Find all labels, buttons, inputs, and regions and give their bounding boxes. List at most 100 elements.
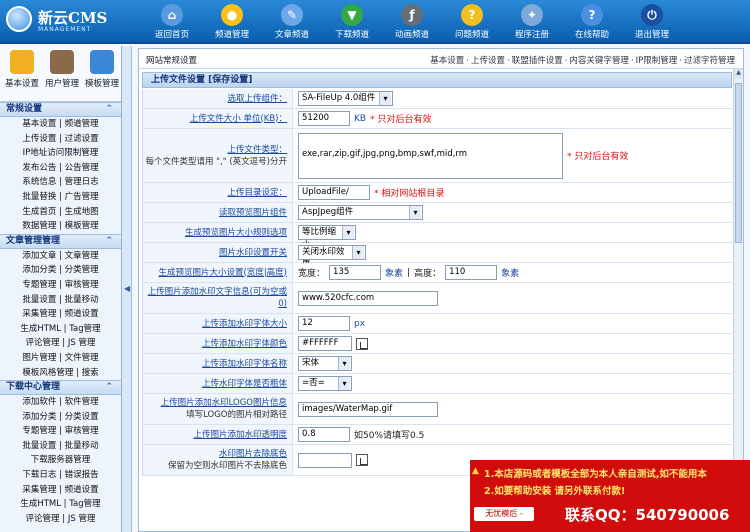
sidebar-link[interactable]: 添加文章 <box>22 251 56 261</box>
text-input[interactable]: 12 <box>298 316 350 331</box>
sidebar-splitter[interactable]: ◀ <box>122 46 132 532</box>
collapse-icon[interactable]: ⌃ <box>105 235 113 248</box>
width-input[interactable]: 135 <box>329 265 382 280</box>
power-icon[interactable]: ⏻ <box>641 4 663 26</box>
settings-tab-link[interactable]: IP限制管理 <box>636 56 678 66</box>
tool-label[interactable]: 用户管理 <box>45 79 79 89</box>
ad-button[interactable]: 无忧模后 - <box>474 507 534 521</box>
scroll-thumb[interactable] <box>735 83 742 243</box>
help-icon[interactable]: ? <box>581 4 603 26</box>
sidebar-link[interactable]: 数据管理 <box>22 221 56 231</box>
tool-label[interactable]: 模板管理 <box>85 79 119 89</box>
tools-icon[interactable]: ✦ <box>521 4 543 26</box>
nav-label[interactable]: 频道管理 <box>215 30 249 40</box>
collapse-icon[interactable]: ⌃ <box>105 381 113 394</box>
textarea-field[interactable]: exe,rar,zip,gif,jpg,png,bmp,swf,mid,rm <box>298 132 563 179</box>
sidebar-link[interactable]: JS 管理 <box>68 338 96 348</box>
sidebar-link[interactable]: 频道设置 <box>65 485 99 495</box>
text-input[interactable]: images/WaterMap.gif <box>298 401 438 417</box>
sidebar-link[interactable]: 采集管理 <box>22 309 56 319</box>
sidebar-link[interactable]: 系统信息 <box>22 177 56 187</box>
sidebar-link[interactable]: 下载服务器管理 <box>31 455 91 465</box>
sidebar-link[interactable]: 分类管理 <box>65 265 99 275</box>
nav-label[interactable]: 文章频道 <box>275 30 309 40</box>
select-field[interactable]: AspJpeg组件 <box>298 205 423 220</box>
sidebar-link[interactable]: 批量移动 <box>65 441 99 451</box>
sidebar-link[interactable]: 生成HTML <box>20 499 61 509</box>
sidebar-link[interactable]: 软件管理 <box>65 397 99 407</box>
text-input[interactable]: 51200 <box>298 111 350 126</box>
color-input[interactable]: #FFFFFF <box>298 336 352 351</box>
sidebar-link[interactable]: IP地址访问限制管理 <box>23 148 99 158</box>
nav-item-6[interactable]: ✦ 程序注册 <box>504 2 560 42</box>
sidebar-link[interactable]: 批量移动 <box>65 295 99 305</box>
text-input[interactable]: UploadFile/ <box>298 185 370 200</box>
sidebar-link[interactable]: 专题管理 <box>22 280 56 290</box>
select-field[interactable]: 宋体 <box>298 356 352 371</box>
tool-template[interactable]: 模板管理 <box>82 50 122 89</box>
settings-tab-link[interactable]: 上传设置 <box>471 56 505 66</box>
form-header[interactable]: 上传文件设置 [保存设置] <box>142 72 732 88</box>
nav-item-5[interactable]: ? 问题频道 <box>444 2 500 42</box>
settings-icon[interactable] <box>10 50 34 74</box>
user-icon[interactable] <box>50 50 74 74</box>
sidebar-link[interactable]: 添加分类 <box>22 412 56 422</box>
sidebar-link[interactable]: 生成地图 <box>65 207 99 217</box>
sidebar-link[interactable]: Tag管理 <box>69 499 100 509</box>
sidebar-link[interactable]: 分类设置 <box>65 412 99 422</box>
sidebar-link[interactable]: 批量替换 <box>22 192 56 202</box>
download-icon[interactable]: ▼ <box>341 4 363 26</box>
nav-label[interactable]: 退出管理 <box>635 30 669 40</box>
select-field[interactable]: 等比例缩小 <box>298 225 356 250</box>
sidebar-link[interactable]: JS 管理 <box>68 514 96 524</box>
sidebar-link[interactable]: 模板管理 <box>65 221 99 231</box>
nav-item-7[interactable]: ? 在线帮助 <box>564 2 620 42</box>
settings-tab-link[interactable]: 过滤字符管理 <box>684 56 735 66</box>
nav-label[interactable]: 返回首页 <box>155 30 189 40</box>
collapse-icon[interactable]: ⌃ <box>105 103 113 116</box>
sidebar-link[interactable]: 采集管理 <box>22 485 56 495</box>
sidebar-link[interactable]: 专题管理 <box>22 426 56 436</box>
sidebar-link[interactable]: 错误报告 <box>65 470 99 480</box>
nav-label[interactable]: 下载频道 <box>335 30 369 40</box>
text-input[interactable]: www.520cfc.com <box>298 290 438 306</box>
template-icon[interactable] <box>90 50 114 74</box>
sidebar-link[interactable]: 生成HTML <box>20 324 61 334</box>
sidebar-link[interactable]: 批量设置 <box>22 441 56 451</box>
sidebar-link[interactable]: 上传设置 <box>22 134 56 144</box>
sidebar-link[interactable]: 模板风格管理 <box>22 368 73 378</box>
select-field[interactable]: 关闭水印效果 <box>298 245 366 270</box>
sidebar-link[interactable]: 下载日志 <box>22 470 56 480</box>
sidebar-link[interactable]: 文章管理 <box>65 251 99 261</box>
settings-tab-link[interactable]: 内容关键字管理 <box>569 56 629 66</box>
nav-item-8[interactable]: ⏻ 退出管理 <box>624 2 680 42</box>
sidebar-link[interactable]: 公告管理 <box>65 163 99 173</box>
nav-item-0[interactable]: ⌂ 返回首页 <box>144 2 200 42</box>
sidebar-link[interactable]: 添加分类 <box>22 265 56 275</box>
flash-icon[interactable]: ƒ <box>401 4 423 26</box>
sidebar-link[interactable]: 发布公告 <box>22 163 56 173</box>
sidebar-link[interactable]: 搜索 <box>82 368 99 378</box>
sidebar-link[interactable]: 生成首页 <box>22 207 56 217</box>
sidebar-link[interactable]: 过滤设置 <box>65 134 99 144</box>
sidebar-link[interactable]: 基本设置 <box>22 119 56 129</box>
height-input[interactable]: 110 <box>445 265 498 280</box>
color-input[interactable] <box>298 452 352 468</box>
nav-item-3[interactable]: ▼ 下载频道 <box>324 2 380 42</box>
sidebar-link[interactable]: 添加软件 <box>22 397 56 407</box>
color-picker-icon[interactable] <box>356 454 368 466</box>
sidebar-link[interactable]: 批量设置 <box>22 295 56 305</box>
nav-label[interactable]: 动画频道 <box>395 30 429 40</box>
nav-item-4[interactable]: ƒ 动画频道 <box>384 2 440 42</box>
sidebar-link[interactable]: 频道设置 <box>65 309 99 319</box>
sidebar-link[interactable]: 广告管理 <box>65 192 99 202</box>
question-icon[interactable]: ? <box>461 4 483 26</box>
select-field[interactable]: =否= <box>298 376 352 391</box>
select-field[interactable]: SA-FileUp 4.0组件 <box>298 91 393 106</box>
nav-label[interactable]: 程序注册 <box>515 30 549 40</box>
color-picker-icon[interactable] <box>356 337 368 350</box>
sidebar-link[interactable]: 管理日志 <box>65 177 99 187</box>
text-input[interactable]: 0.8 <box>298 427 350 442</box>
scroll-up-icon[interactable]: ▲ <box>734 69 743 79</box>
sidebar-link[interactable]: 图片管理 <box>22 353 56 363</box>
